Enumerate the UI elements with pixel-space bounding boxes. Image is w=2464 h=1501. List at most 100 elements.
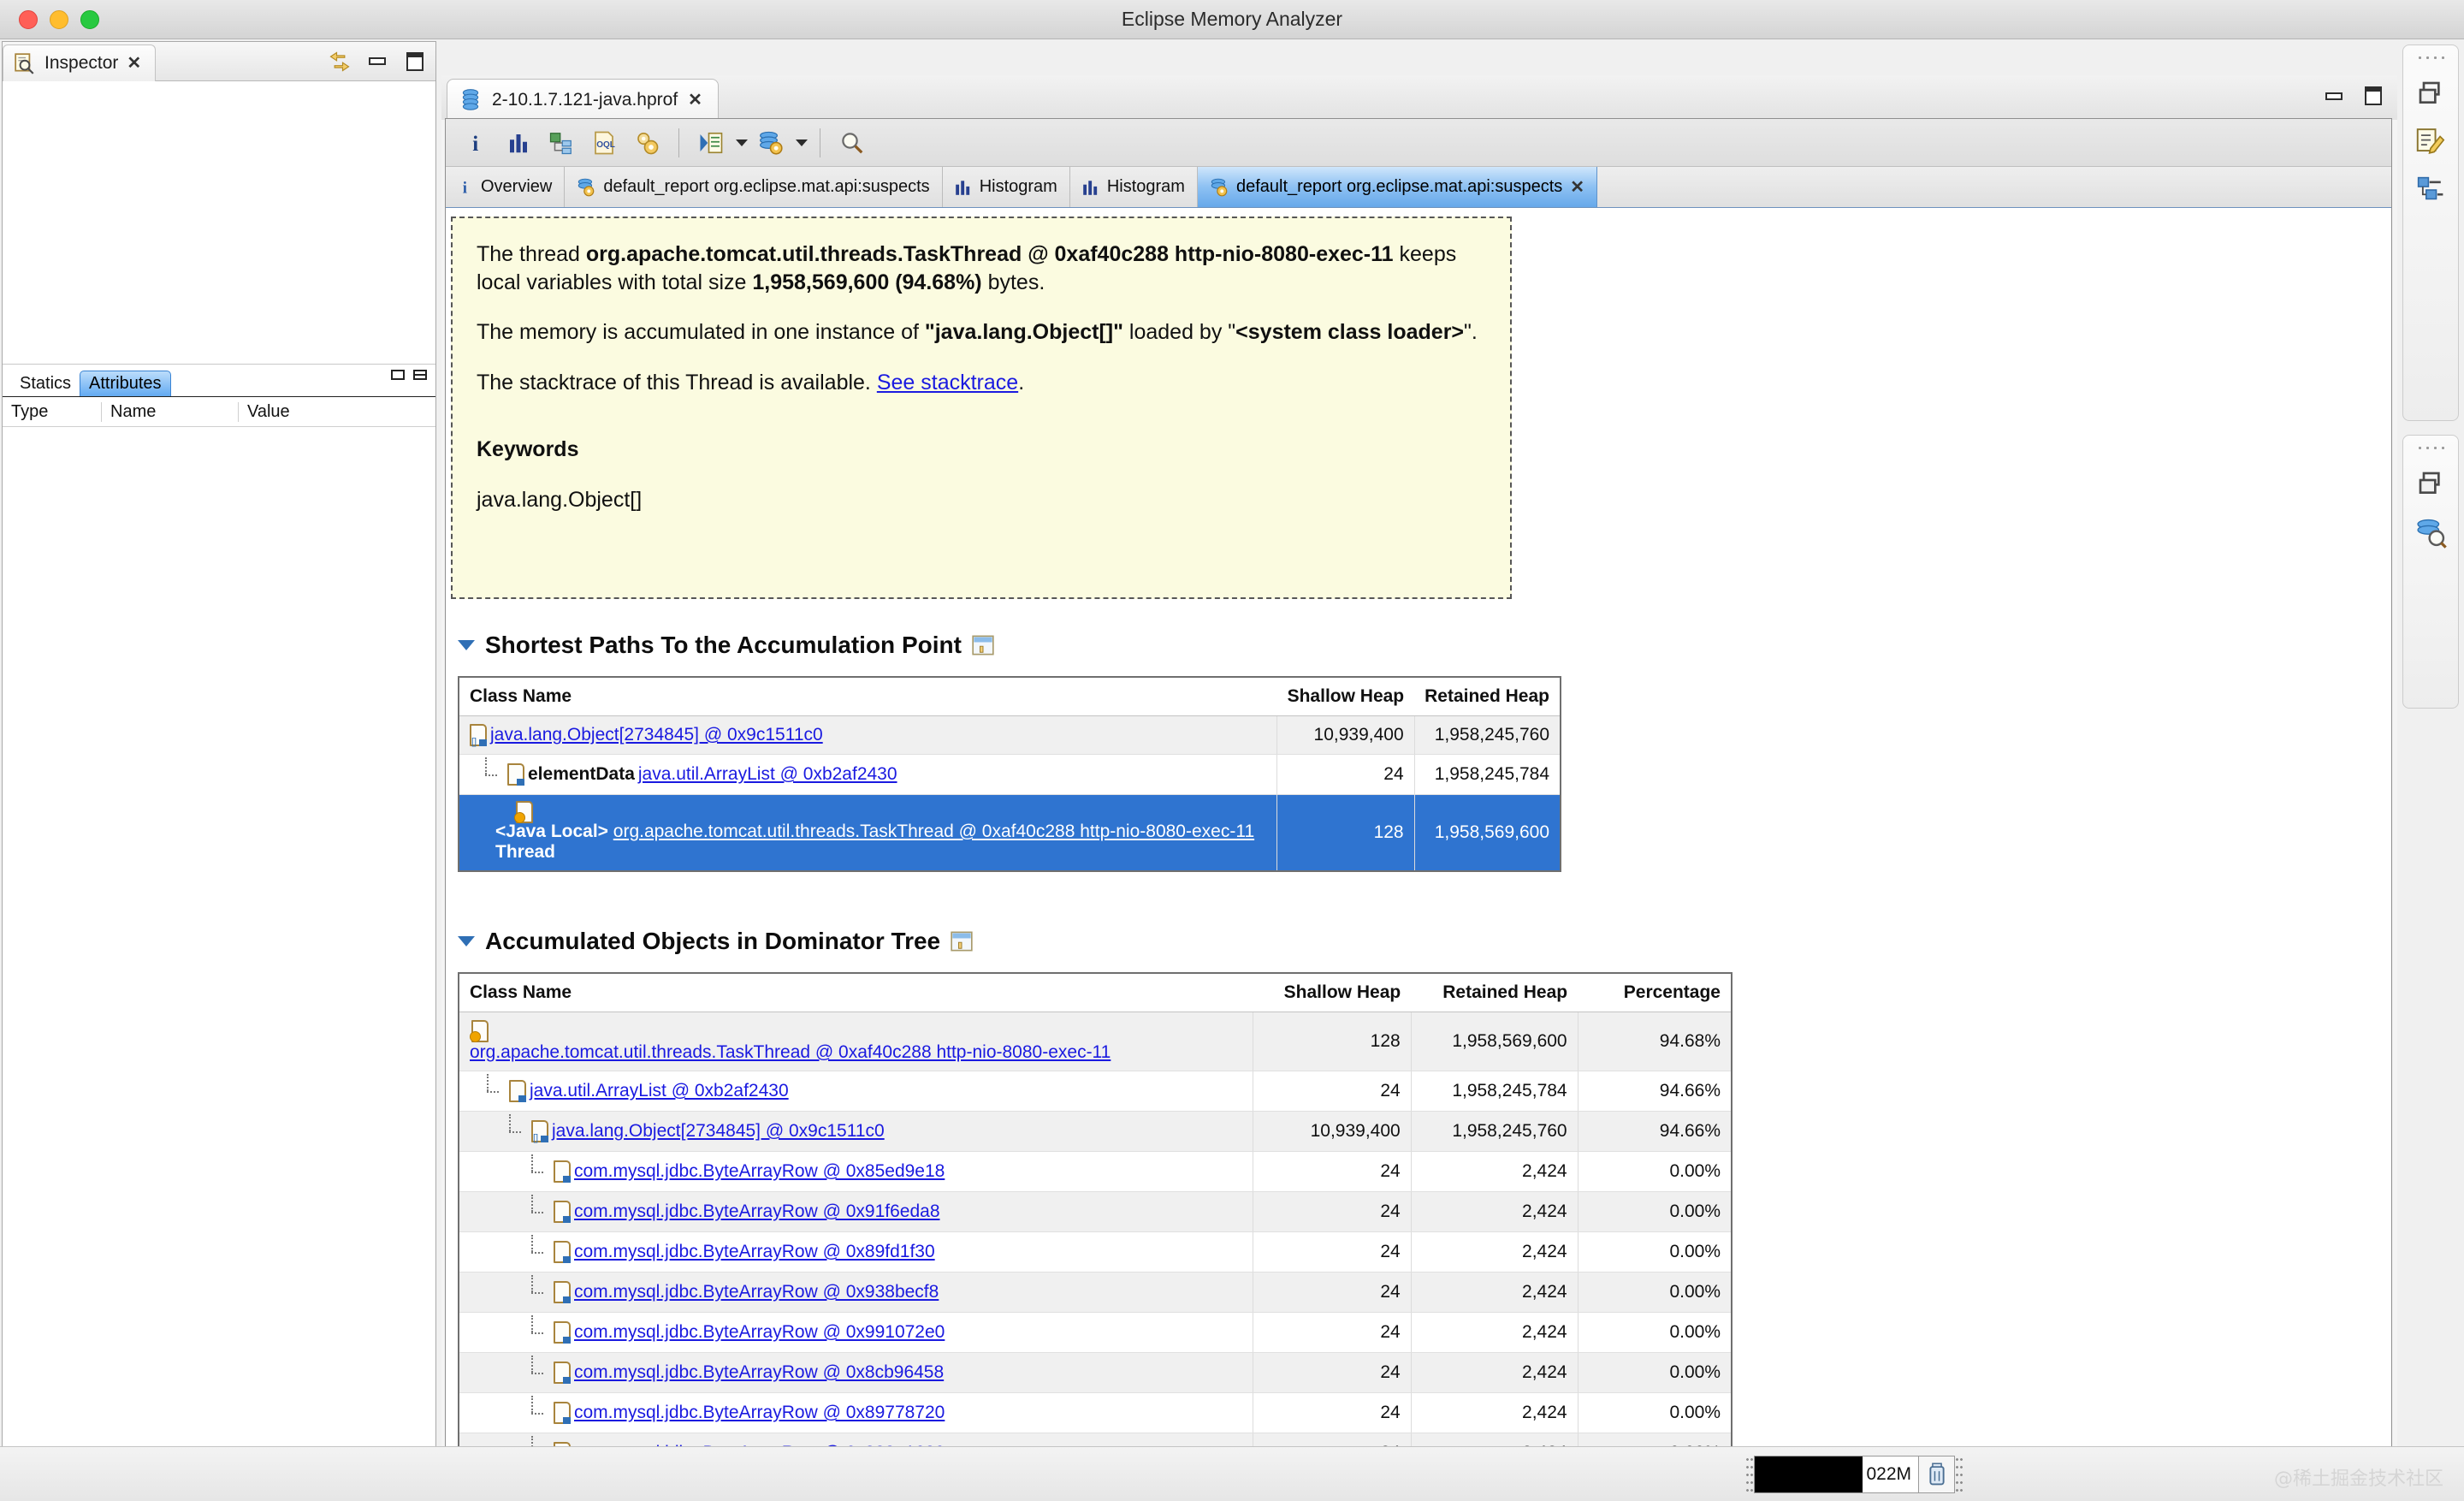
tab-heap-dump-file[interactable]: 2-10.1.7.121-java.hprof ✕	[447, 79, 719, 120]
table-row[interactable]: java.util.ArrayList @ 0xb2af2430 24 1,95…	[459, 1071, 1732, 1112]
section-shortest-paths-header[interactable]: Shortest Paths To the Accumulation Point	[458, 632, 994, 659]
table-row[interactable]: org.apache.tomcat.util.threads.TaskThrea…	[459, 1012, 1732, 1071]
object-link[interactable]: com.mysql.jdbc.ByteArrayRow @ 0x91f6eda8	[574, 1201, 940, 1222]
column-header-retained-heap[interactable]: Retained Heap	[1411, 973, 1578, 1012]
cell-class-name[interactable]: java.util.ArrayList @ 0xb2af2430	[459, 1071, 1253, 1112]
collapse-triangle-icon[interactable]	[458, 936, 475, 946]
hierarchy-icon[interactable]	[2416, 175, 2445, 205]
cell-class-name[interactable]: com.mysql.jdbc.ByteArrayRow @ 0x91f6eda8	[459, 1192, 1253, 1232]
column-header-shallow-heap[interactable]: Shallow Heap	[1277, 677, 1415, 716]
cell-class-name[interactable]: elementData java.util.ArrayList @ 0xb2af…	[459, 755, 1277, 795]
cell-class-name[interactable]: com.mysql.jdbc.ByteArrayRow @ 0x8cb96458	[459, 1353, 1253, 1393]
heap-settings-caret-icon[interactable]	[796, 139, 808, 146]
object-link[interactable]: java.util.ArrayList @ 0xb2af2430	[530, 1081, 789, 1101]
histogram-icon[interactable]	[499, 123, 538, 163]
object-link[interactable]: com.mysql.jdbc.ByteArrayRow @ 0x85ed9e18	[574, 1161, 945, 1182]
column-header-retained-heap[interactable]: Retained Heap	[1414, 677, 1561, 716]
link-with-editor-icon[interactable]	[328, 50, 352, 74]
section-dominator-tree-header[interactable]: Accumulated Objects in Dominator Tree	[458, 928, 973, 955]
column-header-percentage[interactable]: Percentage	[1578, 973, 1732, 1012]
object-link[interactable]: java.util.ArrayList @ 0xb2af2430	[638, 764, 897, 785]
collapse-triangle-icon[interactable]	[458, 640, 475, 650]
dominator-tree-icon[interactable]	[542, 123, 581, 163]
table-row[interactable]: java.lang.Object[2734845] @ 0x9c1511c0 1…	[459, 1112, 1732, 1152]
restore-panel-icon[interactable]	[413, 370, 427, 380]
cell-class-name[interactable]: java.lang.Object[2734845] @ 0x9c1511c0	[459, 716, 1277, 755]
tab-histogram-2[interactable]: Histogram	[1070, 167, 1198, 207]
heap-usage-bar[interactable]: 022M	[1754, 1456, 1919, 1493]
run-query-caret-icon[interactable]	[736, 139, 748, 146]
see-stacktrace-link[interactable]: See stacktrace	[877, 371, 1018, 395]
object-link[interactable]: java.lang.Object[2734845] @ 0x9c1511c0	[490, 725, 823, 745]
tab-default-report-1[interactable]: default_report org.eclipse.mat.api:suspe…	[565, 167, 942, 207]
close-icon[interactable]: ✕	[127, 55, 141, 72]
restore-icon[interactable]	[2417, 80, 2444, 107]
maximize-window-button[interactable]	[80, 10, 99, 29]
cell-class-name[interactable]: com.mysql.jdbc.ByteArrayRow @ 0x89778720	[459, 1393, 1253, 1433]
leak-suspects-icon[interactable]	[627, 123, 666, 163]
close-window-button[interactable]	[19, 10, 38, 29]
notes-editor-icon[interactable]	[2415, 126, 2446, 157]
object-link[interactable]: java.lang.Object[2734845] @ 0x9c1511c0	[552, 1121, 885, 1142]
drag-handle[interactable]	[2416, 444, 2445, 451]
overview-info-icon[interactable]: i	[456, 123, 495, 163]
object-link[interactable]: com.mysql.jdbc.ByteArrayRow @ 0x938becf8	[574, 1282, 939, 1302]
column-header-value[interactable]: Value	[238, 402, 435, 422]
tab-statics[interactable]: Statics	[11, 371, 80, 396]
drag-handle[interactable]	[1745, 1456, 1754, 1493]
table-row[interactable]: elementData java.util.ArrayList @ 0xb2af…	[459, 755, 1561, 795]
cell-class-name[interactable]: com.mysql.jdbc.ByteArrayRow @ 0x938becf8	[459, 1273, 1253, 1313]
cell-class-name[interactable]: com.mysql.jdbc.ByteArrayRow @ 0x85ed9e18	[459, 1152, 1253, 1192]
tab-inspector[interactable]: Inspector ✕	[3, 44, 156, 81]
column-header-type[interactable]: Type	[3, 402, 101, 422]
tab-label: default_report org.eclipse.mat.api:suspe…	[603, 177, 929, 197]
object-link[interactable]: com.mysql.jdbc.ByteArrayRow @ 0x89778720	[574, 1403, 945, 1423]
cell-class-name[interactable]: com.mysql.jdbc.ByteArrayRow @ 0x991072e0	[459, 1313, 1253, 1353]
tab-overview[interactable]: i Overview	[446, 167, 565, 207]
tab-histogram-1[interactable]: Histogram	[943, 167, 1070, 207]
table-row[interactable]: com.mysql.jdbc.ByteArrayRow @ 0x89778720…	[459, 1393, 1732, 1433]
maximize-view-icon[interactable]	[403, 50, 427, 74]
table-row[interactable]: com.mysql.jdbc.ByteArrayRow @ 0x991072e0…	[459, 1313, 1732, 1353]
object-link[interactable]: org.apache.tomcat.util.threads.TaskThrea…	[470, 1042, 1111, 1062]
close-icon[interactable]: ✕	[688, 92, 702, 109]
minimize-editor-icon[interactable]	[2322, 84, 2346, 108]
column-header-name[interactable]: Name	[101, 402, 238, 422]
heap-settings-icon[interactable]	[751, 123, 791, 163]
oql-icon[interactable]: OQL	[584, 123, 624, 163]
drag-handle[interactable]	[1955, 1456, 1964, 1493]
trash-icon[interactable]	[1919, 1456, 1955, 1493]
search-icon[interactable]	[832, 123, 872, 163]
tab-default-report-2-active[interactable]: default_report org.eclipse.mat.api:suspe…	[1198, 167, 1597, 207]
open-in-view-icon[interactable]	[951, 930, 973, 952]
object-link[interactable]: com.mysql.jdbc.ByteArrayRow @ 0x8cb96458	[574, 1362, 944, 1383]
column-header-shallow-heap[interactable]: Shallow Heap	[1253, 973, 1411, 1012]
minimize-panel-icon[interactable]	[391, 370, 405, 380]
maximize-editor-icon[interactable]	[2361, 84, 2385, 108]
table-row[interactable]: com.mysql.jdbc.ByteArrayRow @ 0x91f6eda8…	[459, 1192, 1732, 1232]
object-link[interactable]: org.apache.tomcat.util.threads.TaskThrea…	[613, 822, 1254, 841]
restore-icon[interactable]	[2417, 470, 2444, 497]
minimize-view-icon[interactable]	[365, 50, 389, 74]
column-header-class-name[interactable]: Class Name	[459, 973, 1253, 1012]
table-row[interactable]: com.mysql.jdbc.ByteArrayRow @ 0x938becf8…	[459, 1273, 1732, 1313]
drag-handle[interactable]	[2416, 54, 2445, 61]
cell-class-name[interactable]: java.lang.Object[2734845] @ 0x9c1511c0	[459, 1112, 1253, 1152]
close-icon[interactable]: ✕	[1570, 179, 1584, 196]
cell-class-name[interactable]: <Java Local> org.apache.tomcat.util.thre…	[459, 795, 1277, 872]
table-row-selected[interactable]: <Java Local> org.apache.tomcat.util.thre…	[459, 795, 1561, 872]
object-link[interactable]: com.mysql.jdbc.ByteArrayRow @ 0x991072e0	[574, 1322, 945, 1343]
table-row[interactable]: com.mysql.jdbc.ByteArrayRow @ 0x89fd1f30…	[459, 1232, 1732, 1273]
minimize-window-button[interactable]	[50, 10, 68, 29]
cell-class-name[interactable]: com.mysql.jdbc.ByteArrayRow @ 0x89fd1f30	[459, 1232, 1253, 1273]
run-query-icon[interactable]	[691, 123, 731, 163]
cell-class-name[interactable]: org.apache.tomcat.util.threads.TaskThrea…	[459, 1012, 1253, 1071]
open-in-view-icon[interactable]	[972, 634, 994, 656]
table-row[interactable]: com.mysql.jdbc.ByteArrayRow @ 0x8cb96458…	[459, 1353, 1732, 1393]
tab-attributes[interactable]: Attributes	[80, 371, 170, 396]
table-row[interactable]: java.lang.Object[2734845] @ 0x9c1511c0 1…	[459, 716, 1561, 755]
column-header-class-name[interactable]: Class Name	[459, 677, 1277, 716]
object-link[interactable]: com.mysql.jdbc.ByteArrayRow @ 0x89fd1f30	[574, 1242, 935, 1262]
table-row[interactable]: com.mysql.jdbc.ByteArrayRow @ 0x85ed9e18…	[459, 1152, 1732, 1192]
heap-inspect-icon[interactable]	[2414, 516, 2447, 549]
